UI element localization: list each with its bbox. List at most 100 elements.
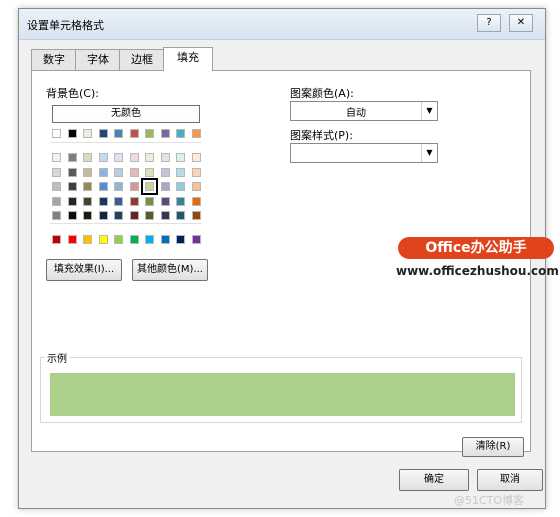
color-swatch[interactable]: [67, 196, 77, 206]
color-swatch[interactable]: [129, 182, 139, 191]
color-swatch[interactable]: [83, 182, 92, 191]
title-bar: 设置单元格格式 ? ✕: [19, 9, 545, 40]
color-swatch[interactable]: [145, 235, 154, 244]
color-swatch[interactable]: [98, 235, 108, 244]
color-swatch[interactable]: [98, 153, 108, 162]
color-swatch[interactable]: [145, 129, 154, 138]
pattern-color-label: 图案颜色(A):: [290, 87, 354, 100]
color-swatch[interactable]: [114, 153, 123, 162]
color-swatch[interactable]: [52, 153, 61, 162]
color-swatch[interactable]: [114, 196, 123, 206]
color-swatch[interactable]: [52, 235, 61, 244]
color-swatch[interactable]: [114, 167, 123, 177]
no-color-button[interactable]: 无颜色: [52, 105, 200, 123]
color-swatch[interactable]: [176, 196, 185, 206]
color-swatch[interactable]: [129, 211, 139, 220]
color-swatch[interactable]: [98, 182, 108, 191]
color-swatch[interactable]: [67, 167, 77, 177]
color-swatch[interactable]: [160, 196, 170, 206]
color-swatch[interactable]: [176, 167, 185, 177]
clear-button[interactable]: 清除(R): [462, 437, 524, 457]
sample-group: 示例: [40, 350, 522, 423]
color-swatch[interactable]: [67, 153, 77, 162]
color-swatch[interactable]: [141, 178, 158, 195]
color-swatch[interactable]: [83, 167, 92, 177]
color-swatch[interactable]: [114, 129, 123, 138]
color-swatch[interactable]: [191, 211, 201, 220]
color-swatch[interactable]: [52, 129, 61, 138]
color-swatch[interactable]: [83, 153, 92, 162]
color-swatch[interactable]: [129, 196, 139, 206]
color-swatch[interactable]: [160, 211, 170, 220]
color-swatch[interactable]: [176, 235, 185, 244]
office-badge-url: www.officezhushou.com: [396, 264, 559, 278]
color-swatch[interactable]: [67, 211, 77, 220]
color-swatch[interactable]: [52, 182, 61, 191]
color-swatch[interactable]: [191, 235, 201, 244]
color-swatch[interactable]: [191, 129, 201, 138]
color-swatch[interactable]: [98, 129, 108, 138]
color-swatch[interactable]: [83, 196, 92, 206]
palette-divider: [50, 223, 202, 224]
sample-label: 示例: [45, 350, 69, 365]
color-swatch[interactable]: [176, 211, 185, 220]
color-swatch[interactable]: [114, 235, 123, 244]
color-swatch[interactable]: [98, 196, 108, 206]
color-swatch[interactable]: [129, 153, 139, 162]
color-swatch[interactable]: [191, 167, 201, 177]
pattern-color-select[interactable]: 自动 ▼: [290, 101, 438, 121]
pattern-style-label: 图案样式(P):: [290, 129, 353, 142]
color-swatch[interactable]: [160, 182, 170, 191]
dialog-title: 设置单元格格式: [27, 19, 104, 32]
color-swatch[interactable]: [145, 153, 154, 162]
color-swatch[interactable]: [145, 211, 154, 220]
color-swatch[interactable]: [98, 211, 108, 220]
color-swatch[interactable]: [129, 167, 139, 177]
color-swatch[interactable]: [67, 182, 77, 191]
pattern-color-value: 自动: [346, 108, 366, 119]
ok-button[interactable]: 确定: [399, 469, 469, 491]
color-swatch[interactable]: [83, 235, 92, 244]
color-swatch[interactable]: [114, 211, 123, 220]
color-swatch[interactable]: [114, 182, 123, 191]
color-swatch[interactable]: [145, 167, 154, 177]
color-swatch[interactable]: [67, 129, 77, 138]
color-swatch[interactable]: [67, 235, 77, 244]
color-swatch[interactable]: [176, 182, 185, 191]
color-swatch[interactable]: [129, 129, 139, 138]
color-swatch[interactable]: [176, 129, 185, 138]
color-swatch[interactable]: [191, 196, 201, 206]
watermark-text: @51CTO博客: [454, 494, 525, 507]
palette-divider: [50, 142, 202, 143]
tab-fill[interactable]: 填充: [163, 47, 213, 71]
color-swatch[interactable]: [160, 153, 170, 162]
color-swatch[interactable]: [52, 167, 61, 177]
color-swatch[interactable]: [160, 167, 170, 177]
color-swatch[interactable]: [98, 167, 108, 177]
fill-effects-button[interactable]: 填充效果(I)...: [46, 259, 122, 281]
more-colors-button[interactable]: 其他颜色(M)...: [132, 259, 208, 281]
fill-panel: 背景色(C): 无颜色 填充效果(I)... 其他颜色(M)... 图案颜色(A…: [31, 70, 531, 457]
close-button[interactable]: ✕: [509, 14, 533, 32]
color-swatch[interactable]: [83, 129, 92, 138]
pattern-style-select[interactable]: ▼: [290, 143, 438, 163]
help-button[interactable]: ?: [477, 14, 501, 32]
color-swatch[interactable]: [176, 153, 185, 162]
color-swatch[interactable]: [129, 235, 139, 244]
sample-preview: [50, 373, 515, 416]
color-swatch[interactable]: [145, 196, 154, 206]
cancel-button[interactable]: 取消: [477, 469, 543, 491]
tab-font[interactable]: 字体: [75, 49, 121, 70]
color-swatch[interactable]: [191, 182, 201, 191]
tab-number[interactable]: 数字: [31, 49, 77, 70]
color-swatch[interactable]: [160, 235, 170, 244]
office-badge: Office办公助手: [398, 237, 554, 259]
color-swatch[interactable]: [160, 129, 170, 138]
color-swatch[interactable]: [52, 211, 61, 220]
color-swatch[interactable]: [52, 196, 61, 206]
chevron-down-icon[interactable]: ▼: [421, 102, 437, 120]
color-swatch[interactable]: [83, 211, 92, 220]
chevron-down-icon[interactable]: ▼: [421, 144, 437, 162]
color-swatch[interactable]: [191, 153, 201, 162]
tab-border[interactable]: 边框: [119, 49, 165, 70]
